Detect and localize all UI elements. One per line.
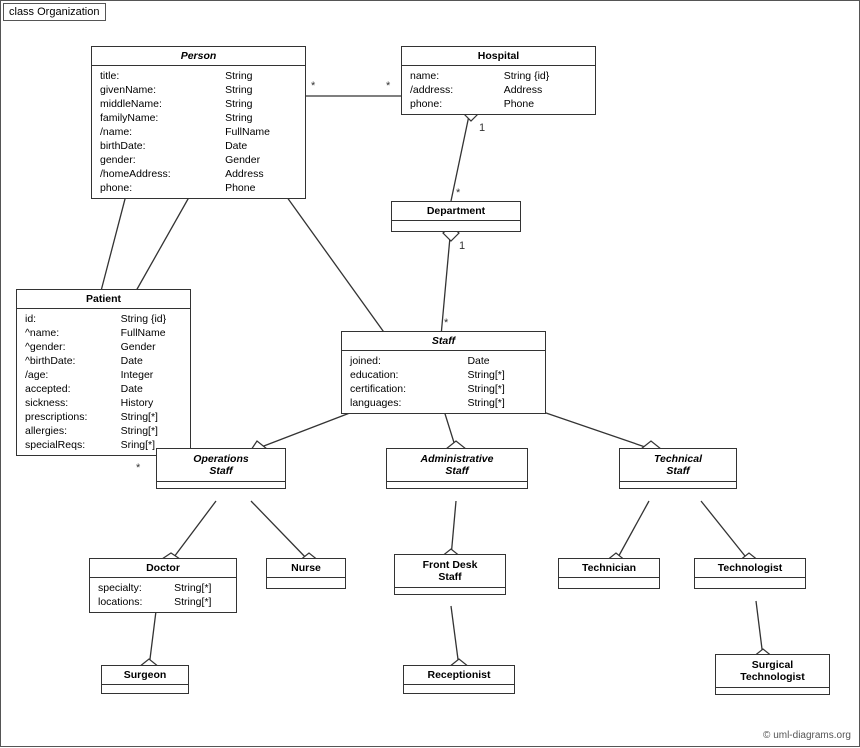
technical-staff-title: TechnicalStaff (620, 449, 736, 482)
svg-text:1: 1 (459, 240, 465, 252)
surgical-technologist-class: SurgicalTechnologist (715, 654, 830, 695)
staff-title: Staff (342, 332, 545, 351)
administrative-staff-title: AdministrativeStaff (387, 449, 527, 482)
front-desk-staff-class: Front DeskStaff (394, 554, 506, 595)
svg-text:*: * (136, 462, 141, 474)
copyright: © uml-diagrams.org (763, 730, 851, 741)
hospital-body: name:String {id} /address:Address phone:… (402, 66, 595, 114)
nurse-class: Nurse (266, 558, 346, 589)
patient-title: Patient (17, 290, 190, 309)
operations-staff-title: OperationsStaff (157, 449, 285, 482)
hospital-class: Hospital name:String {id} /address:Addre… (401, 46, 596, 115)
surgical-technologist-title: SurgicalTechnologist (716, 655, 829, 688)
technologist-class: Technologist (694, 558, 806, 589)
operations-staff-class: OperationsStaff (156, 448, 286, 489)
technologist-title: Technologist (695, 559, 805, 578)
person-body: title:String givenName:String middleName… (92, 66, 305, 198)
technician-class: Technician (558, 558, 660, 589)
department-class: Department (391, 201, 521, 232)
receptionist-class: Receptionist (403, 665, 515, 694)
diagram-title: class Organization (3, 3, 106, 21)
person-class: Person title:String givenName:String mid… (91, 46, 306, 199)
svg-text:*: * (444, 317, 449, 329)
staff-class: Staff joined:Date education:String[*] ce… (341, 331, 546, 414)
doctor-class: Doctor specialty:String[*] locations:Str… (89, 558, 237, 613)
technical-staff-class: TechnicalStaff (619, 448, 737, 489)
svg-text:*: * (311, 80, 316, 92)
front-desk-staff-title: Front DeskStaff (395, 555, 505, 588)
hospital-title: Hospital (402, 47, 595, 66)
department-title: Department (392, 202, 520, 221)
technician-title: Technician (559, 559, 659, 578)
administrative-staff-class: AdministrativeStaff (386, 448, 528, 489)
department-body (392, 221, 520, 231)
svg-text:*: * (456, 187, 461, 199)
staff-body: joined:Date education:String[*] certific… (342, 351, 545, 413)
receptionist-title: Receptionist (404, 666, 514, 685)
uml-diagram: class Organization * * 1 * 1 (0, 0, 860, 747)
surgeon-class: Surgeon (101, 665, 189, 694)
patient-body: id:String {id} ^name:FullName ^gender:Ge… (17, 309, 190, 455)
person-title: Person (92, 47, 305, 66)
surgeon-title: Surgeon (102, 666, 188, 685)
svg-text:1: 1 (479, 122, 485, 134)
doctor-body: specialty:String[*] locations:String[*] (90, 578, 236, 612)
nurse-title: Nurse (267, 559, 345, 578)
doctor-title: Doctor (90, 559, 236, 578)
patient-class: Patient id:String {id} ^name:FullName ^g… (16, 289, 191, 456)
svg-text:*: * (386, 80, 391, 92)
